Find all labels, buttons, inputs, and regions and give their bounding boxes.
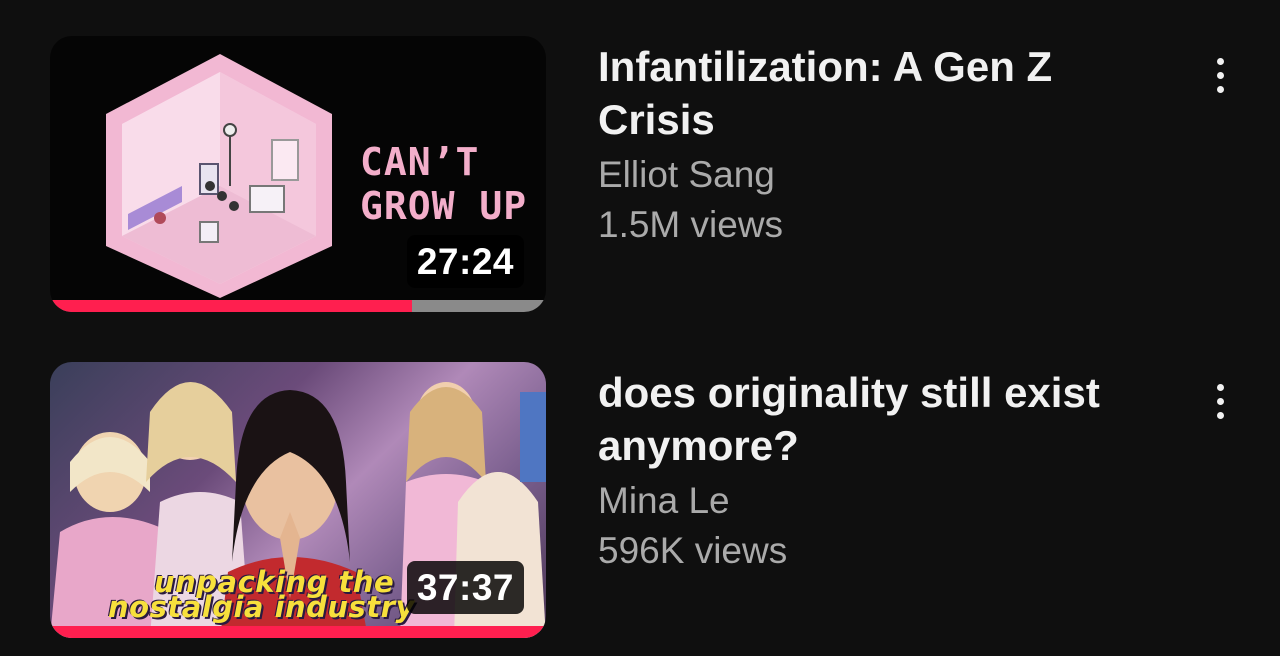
channel-name[interactable]: Mina Le — [598, 476, 1158, 526]
thumbnail-caption-line: CAN’T — [360, 140, 480, 184]
thumbnail-caption: unpacking the nostalgia industry — [108, 568, 415, 622]
view-count: 1.5M views — [598, 204, 784, 245]
video-title[interactable]: Infantilization: A Gen Z Crisis — [598, 40, 1158, 146]
video-thumbnail[interactable]: unpacking the nostalgia industry 37:37 — [50, 362, 546, 638]
video-meta: does originality still exist anymore? Mi… — [598, 366, 1158, 576]
thumbnail-caption-line: nostalgia industry — [108, 590, 415, 624]
thumbnail-caption: CAN’T GROW UP — [360, 140, 527, 228]
more-vert-icon — [1216, 383, 1224, 391]
watch-progress-bar — [50, 626, 546, 638]
more-vert-icon — [1216, 71, 1224, 79]
video-feed: CAN’T GROW UP 27:24 Infantilization: A G… — [0, 0, 1280, 656]
duration-badge: 27:24 — [406, 235, 524, 288]
watch-progress-fill — [50, 300, 413, 312]
video-item[interactable]: CAN’T GROW UP 27:24 Infantilization: A G… — [0, 36, 1280, 316]
more-vert-icon — [1216, 397, 1224, 405]
video-thumbnail[interactable]: CAN’T GROW UP 27:24 — [50, 36, 546, 312]
video-title[interactable]: does originality still exist anymore? — [598, 366, 1158, 472]
more-vert-icon — [1216, 85, 1224, 93]
video-meta: Infantilization: A Gen Z Crisis Elliot S… — [598, 40, 1158, 250]
thumbnail-caption-line: GROW UP — [360, 184, 528, 228]
duration-badge: 37:37 — [406, 561, 524, 614]
watch-progress-fill — [50, 626, 546, 638]
more-vert-icon — [1216, 411, 1224, 419]
more-vert-icon — [1216, 57, 1224, 65]
video-item[interactable]: unpacking the nostalgia industry 37:37 d… — [0, 362, 1280, 642]
watch-progress-bar — [50, 300, 546, 312]
channel-name[interactable]: Elliot Sang — [598, 150, 1158, 200]
more-options-button[interactable] — [1198, 50, 1242, 100]
view-count: 596K views — [598, 530, 788, 571]
more-options-button[interactable] — [1198, 376, 1242, 426]
